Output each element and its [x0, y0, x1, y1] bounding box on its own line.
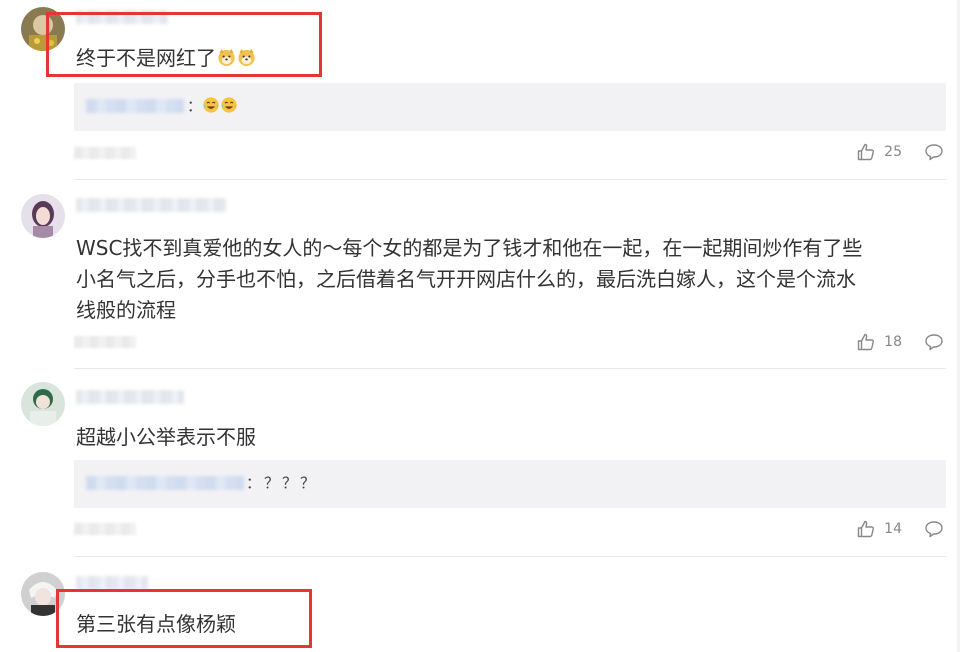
avatar-image	[21, 572, 65, 616]
thumbs-up-icon[interactable]	[856, 519, 876, 539]
reply-username-redacted[interactable]	[86, 99, 184, 113]
username-redacted[interactable]	[76, 390, 184, 404]
comment-3: 超越小公举表示不服 ：？？？ 14	[0, 368, 960, 558]
comment-line: WSC找不到真爱他的女人的～每个女的都是为了钱才和他在一起，在一起期间炒作有了些	[76, 236, 863, 260]
thumbs-up-icon[interactable]	[856, 332, 876, 352]
divider	[74, 556, 946, 557]
doge-icon	[238, 48, 255, 67]
comment-actions: 14	[856, 518, 944, 540]
doge-icon	[218, 48, 235, 67]
username-redacted[interactable]	[76, 576, 148, 590]
avatar[interactable]	[21, 382, 65, 426]
reply-text: ：	[187, 95, 238, 116]
reply-box: ：	[74, 83, 946, 131]
comment-text: 超越小公举表示不服	[76, 422, 256, 453]
timestamp-redacted	[74, 336, 136, 348]
reply-box: ：？？？	[74, 460, 946, 508]
comment-actions: 25	[856, 141, 944, 163]
comment-text-value: 终于不是网红了	[76, 46, 216, 70]
comment-line: 小名气之后，分手也不怕，之后借着名气开开网店什么的，最后洗白嫁人，这个是个流水	[76, 267, 856, 291]
username-redacted[interactable]	[76, 10, 168, 24]
reply-username-redacted[interactable]	[86, 476, 244, 490]
reply-text: ：？？？	[246, 472, 318, 493]
comment-line: 线般的流程	[76, 298, 176, 322]
reply-text-value: ：	[187, 97, 203, 115]
username-redacted[interactable]	[76, 198, 226, 212]
comment-actions: 18	[856, 331, 944, 353]
timestamp-redacted	[74, 147, 136, 159]
comment-bubble-icon[interactable]	[924, 332, 944, 352]
avatar[interactable]	[21, 7, 65, 51]
comment-bubble-icon[interactable]	[924, 519, 944, 539]
avatar-image	[21, 194, 65, 238]
comment-bubble-icon[interactable]	[924, 142, 944, 162]
laughing-crying-icon	[221, 97, 237, 113]
like-count: 18	[884, 334, 902, 350]
comment-2: WSC找不到真爱他的女人的～每个女的都是为了钱才和他在一起，在一起期间炒作有了些…	[0, 180, 960, 369]
comment-text-value: 超越小公举表示不服	[76, 425, 256, 449]
comment-1: 终于不是网红了 ： 25	[0, 0, 960, 180]
comment-4: 第三张有点像杨颖	[0, 558, 960, 652]
avatar-image	[21, 7, 65, 51]
avatar[interactable]	[21, 194, 65, 238]
reply-text-value: ：？？？	[246, 474, 319, 492]
thumbs-up-icon[interactable]	[856, 142, 876, 162]
comment-text-value: 第三张有点像杨颖	[76, 612, 236, 636]
comment-text: 第三张有点像杨颖	[76, 609, 236, 640]
like-count: 25	[884, 144, 902, 160]
like-count: 14	[884, 521, 902, 537]
laughing-crying-icon	[203, 97, 219, 113]
avatar[interactable]	[21, 572, 65, 616]
avatar-image	[21, 382, 65, 426]
comment-text: 终于不是网红了	[76, 43, 256, 74]
timestamp-redacted	[74, 523, 136, 535]
comment-text: WSC找不到真爱他的女人的～每个女的都是为了钱才和他在一起，在一起期间炒作有了些…	[76, 233, 862, 326]
